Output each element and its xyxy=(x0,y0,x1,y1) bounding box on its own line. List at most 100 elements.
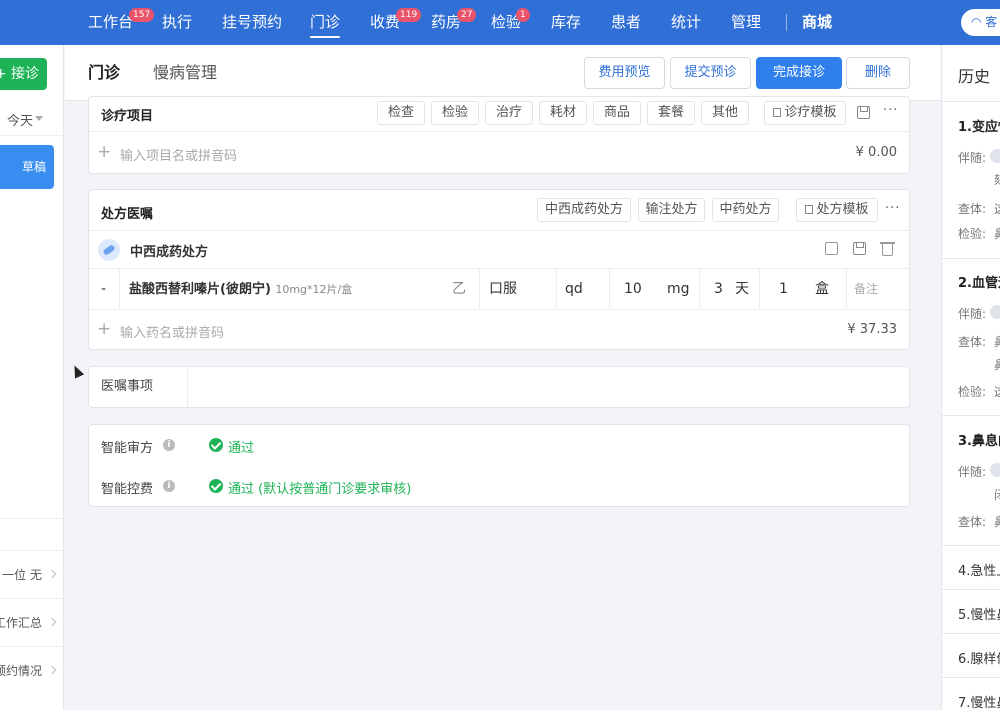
top-nav: 工作台 157 执行 挂号预约 门诊 收费 119 药房 27 检验 1 库存 … xyxy=(0,0,1000,45)
chip-exam[interactable]: 检查 xyxy=(377,101,425,125)
trash-icon[interactable] xyxy=(880,242,895,256)
left-link-next[interactable]: 一位 无 xyxy=(0,550,63,598)
draft-patient-card[interactable]: 草稿 xyxy=(0,145,54,189)
history-item[interactable]: 5.慢性鼻 xyxy=(958,604,1000,623)
nav-item-pharmacy[interactable]: 药房 xyxy=(431,0,461,45)
avatar xyxy=(990,463,1000,477)
nav-item-management[interactable]: 管理 xyxy=(731,0,761,45)
prescription-total-price: ¥ 37.33 xyxy=(847,322,897,337)
chip-package[interactable]: 套餐 xyxy=(647,101,695,125)
more-icon[interactable]: ··· xyxy=(883,103,898,118)
copy-icon[interactable] xyxy=(825,242,838,255)
history-entry-title[interactable]: 1.变应性 xyxy=(958,116,1000,135)
nav-badge-billing: 119 xyxy=(396,8,422,22)
fee-preview-button[interactable]: 费用预览 xyxy=(584,57,665,89)
left-link-work-summary[interactable]: 工作汇总 xyxy=(0,598,63,646)
dose-unit[interactable]: mg xyxy=(667,269,690,309)
divider xyxy=(0,518,63,519)
history-title: 历史 xyxy=(958,67,991,86)
nav-item-billing[interactable]: 收费 xyxy=(370,0,400,45)
remark-field[interactable]: 备注 xyxy=(854,269,878,309)
drug-spec: 10mg*12片/盒 xyxy=(275,283,353,296)
headset-icon: ◠ xyxy=(971,15,986,29)
days-field[interactable]: 3 xyxy=(714,269,723,309)
save-icon[interactable] xyxy=(853,242,866,255)
smart-audit-card: 智能审方 i 通过 智能控费 i 通过 (默认按普通门诊要求审核) xyxy=(88,424,910,507)
history-entry-title[interactable]: 2.血管运 xyxy=(958,272,1000,291)
treatment-total-price: ¥ 0.00 xyxy=(855,145,897,160)
route-field[interactable]: 口服 xyxy=(489,269,517,309)
divider xyxy=(89,131,909,132)
prescription-template-button[interactable]: 处方模板 xyxy=(796,198,878,222)
drug-name[interactable]: 盐酸西替利嗪片(彼朗宁) 10mg*12片/盒 xyxy=(129,269,352,309)
tab-chronic-disease[interactable]: 慢病管理 xyxy=(153,45,217,101)
western-rx-subtitle: 中西成药处方 xyxy=(130,245,209,260)
plus-icon: + xyxy=(97,142,112,162)
left-link-appointments[interactable]: 预约情况 xyxy=(0,646,63,694)
medical-advice-card: 医嘱事项 xyxy=(88,366,910,408)
chip-consumables[interactable]: 耗材 xyxy=(539,101,587,125)
caret-down-icon[interactable] xyxy=(35,116,43,121)
chip-other[interactable]: 其他 xyxy=(701,101,749,125)
history-item[interactable]: 6.腺样体 xyxy=(958,648,1000,667)
chip-herbal-rx[interactable]: 中药处方 xyxy=(712,198,779,222)
smart-rx-review-result: 通过 xyxy=(228,441,255,456)
history-item[interactable]: 7.慢性鼻 xyxy=(958,692,1000,710)
pill-icon xyxy=(98,239,120,261)
nav-item-patients[interactable]: 患者 xyxy=(611,0,641,45)
more-icon[interactable]: ··· xyxy=(885,201,900,216)
nav-item-inventory[interactable]: 库存 xyxy=(551,0,581,45)
treatment-items-card: 诊疗项目 检查 检验 治疗 耗材 商品 套餐 其他 诊疗模板 ··· + 输入项… xyxy=(88,96,910,174)
main-header: 门诊 慢病管理 费用预览 提交预诊 完成接诊 删除 xyxy=(65,45,940,101)
days-unit: 天 xyxy=(735,281,749,297)
save-icon[interactable] xyxy=(857,106,870,119)
nav-item-outpatient[interactable]: 门诊 xyxy=(310,0,341,45)
nav-item-workbench[interactable]: 工作台 xyxy=(88,0,133,45)
document-icon xyxy=(773,108,782,117)
quantity-unit[interactable]: 盒 xyxy=(815,269,829,309)
chip-infusion-rx[interactable]: 输注处方 xyxy=(638,198,705,222)
info-icon[interactable]: i xyxy=(163,480,175,492)
chip-lab[interactable]: 检验 xyxy=(431,101,479,125)
frequency-field[interactable]: qd xyxy=(565,269,583,309)
history-item[interactable]: 4.急性上 xyxy=(958,560,1000,579)
treatment-item-input[interactable]: 输入项目名或拼音码 xyxy=(120,145,237,164)
nav-badge-pharmacy: 27 xyxy=(457,8,477,22)
date-filter[interactable]: 今天 xyxy=(7,110,33,129)
dose-field[interactable]: 10 xyxy=(624,269,642,309)
chip-goods[interactable]: 商品 xyxy=(593,101,641,125)
rx-row-dash: - xyxy=(101,281,107,297)
tab-outpatient[interactable]: 门诊 xyxy=(88,45,121,101)
quantity-field[interactable]: 1 xyxy=(779,269,788,309)
history-entry-title[interactable]: 3.鼻息肉 xyxy=(958,430,1000,449)
receive-patient-button[interactable]: + 接诊 xyxy=(0,58,47,90)
chevron-right-icon xyxy=(47,665,57,675)
chevron-right-icon xyxy=(47,617,57,627)
drug-search-input[interactable]: 输入药名或拼音码 xyxy=(120,322,224,341)
chip-western-rx[interactable]: 中西成药处方 xyxy=(537,198,631,222)
nav-item-lab[interactable]: 检验 xyxy=(491,0,521,45)
divider xyxy=(89,230,909,231)
nav-badge-lab: 1 xyxy=(516,8,530,22)
avatar xyxy=(990,305,1000,319)
nav-divider xyxy=(786,14,787,31)
treatment-items-title: 诊疗项目 xyxy=(101,109,154,124)
chip-treatment[interactable]: 治疗 xyxy=(485,101,533,125)
complete-consultation-button[interactable]: 完成接诊 xyxy=(756,57,842,89)
divider xyxy=(0,135,63,136)
treatment-template-button[interactable]: 诊疗模板 xyxy=(764,101,846,125)
info-icon[interactable]: i xyxy=(163,439,175,451)
insurance-class: 乙 xyxy=(452,281,466,297)
nav-badge-workbench: 157 xyxy=(129,8,155,22)
nav-item-execute[interactable]: 执行 xyxy=(162,0,192,45)
delete-button[interactable]: 删除 xyxy=(846,57,910,89)
nav-item-registration[interactable]: 挂号预约 xyxy=(222,0,282,45)
medical-advice-label: 医嘱事项 xyxy=(89,367,188,407)
patient-queue-panel: + 接诊 今天 草稿 一位 无 工作汇总 预约情况 xyxy=(0,45,64,710)
nav-item-mall[interactable]: 商城 xyxy=(802,0,832,45)
customer-service-button[interactable]: ◠ 客 xyxy=(961,9,1000,36)
submit-prediagnosis-button[interactable]: 提交预诊 xyxy=(670,57,751,89)
nav-item-statistics[interactable]: 统计 xyxy=(671,0,701,45)
smart-rx-review-label: 智能审方 xyxy=(101,441,154,456)
check-circle-icon xyxy=(209,479,223,493)
